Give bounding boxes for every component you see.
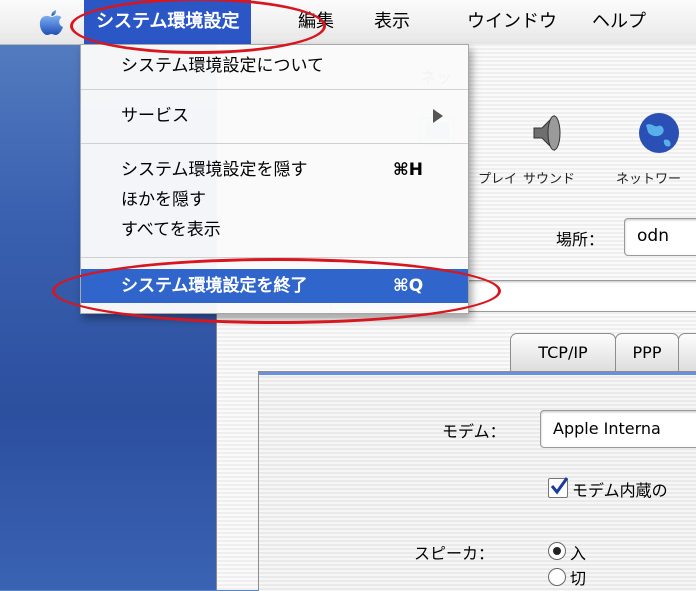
- checkmark-icon: [550, 477, 569, 495]
- speaker-on-radio[interactable]: [548, 542, 566, 560]
- location-popup[interactable]: odn: [624, 218, 696, 256]
- menu-item-quit[interactable]: システム環境設定を終了 ⌘Q: [81, 269, 468, 303]
- modem-checkbox[interactable]: [548, 477, 569, 498]
- menu-item-hide-others-label: ほかを隠す: [121, 190, 206, 210]
- speaker-label: スピーカ：: [414, 544, 495, 563]
- modem-label: モデム：: [442, 422, 506, 441]
- menu-separator: [81, 143, 468, 144]
- app-dropdown-menu: システム環境設定について サービス システム環境設定を隠す ⌘H ほかを隠す す…: [80, 44, 469, 314]
- menu-item-quit-shortcut: ⌘Q: [393, 276, 424, 296]
- menu-view[interactable]: 表示: [362, 0, 422, 44]
- menu-separator: [81, 89, 468, 90]
- menu-item-about-label: システム環境設定について: [121, 56, 324, 76]
- apple-menu-icon[interactable]: [36, 7, 66, 37]
- location-label: 場所：: [556, 230, 605, 249]
- location-value: odn: [637, 226, 669, 246]
- menu-window[interactable]: ウインドウ: [455, 0, 569, 44]
- menu-item-services[interactable]: サービス: [81, 99, 468, 133]
- menu-item-hide-others[interactable]: ほかを隠す: [81, 183, 468, 217]
- menu-item-show-all[interactable]: すべてを表示: [81, 213, 468, 247]
- submenu-arrow-icon: [433, 109, 443, 123]
- tab-ppp[interactable]: PPP: [615, 333, 679, 372]
- toolbar-sound-label: サウンド: [523, 172, 576, 187]
- menubar: システム環境設定 編集 表示 ウインドウ ヘルプ: [0, 0, 696, 45]
- network-icon[interactable]: [636, 110, 682, 156]
- tab-next[interactable]: [678, 333, 696, 372]
- menu-item-quit-label: システム環境設定を終了: [121, 276, 308, 296]
- modem-popup[interactable]: Apple Interna: [540, 410, 696, 448]
- modem-checkbox-label: モデム内蔵の: [572, 481, 668, 500]
- sound-icon[interactable]: [526, 110, 572, 156]
- menu-item-about[interactable]: システム環境設定について: [81, 49, 468, 83]
- speaker-on-label: 入: [570, 544, 587, 563]
- app-menu-title[interactable]: システム環境設定: [84, 0, 252, 44]
- menu-separator: [81, 257, 468, 258]
- menu-item-hide[interactable]: システム環境設定を隠す ⌘H: [81, 153, 468, 187]
- menu-help[interactable]: ヘルプ: [580, 0, 658, 44]
- tab-tcpip[interactable]: TCP/IP: [510, 333, 616, 372]
- menu-edit[interactable]: 編集: [286, 0, 346, 44]
- menu-item-hide-shortcut: ⌘H: [393, 160, 423, 180]
- menu-item-hide-label: システム環境設定を隠す: [121, 160, 308, 180]
- toolbar-network-label: ネットワー: [616, 172, 682, 187]
- radio-dot-icon: [553, 547, 561, 555]
- speaker-off-label: 切: [570, 569, 587, 588]
- modem-value: Apple Interna: [553, 419, 661, 438]
- toolbar-display-label: プレイ: [478, 172, 518, 187]
- speaker-off-radio[interactable]: [548, 568, 566, 586]
- menu-item-show-all-label: すべてを表示: [121, 220, 221, 240]
- menu-item-services-label: サービス: [121, 106, 189, 126]
